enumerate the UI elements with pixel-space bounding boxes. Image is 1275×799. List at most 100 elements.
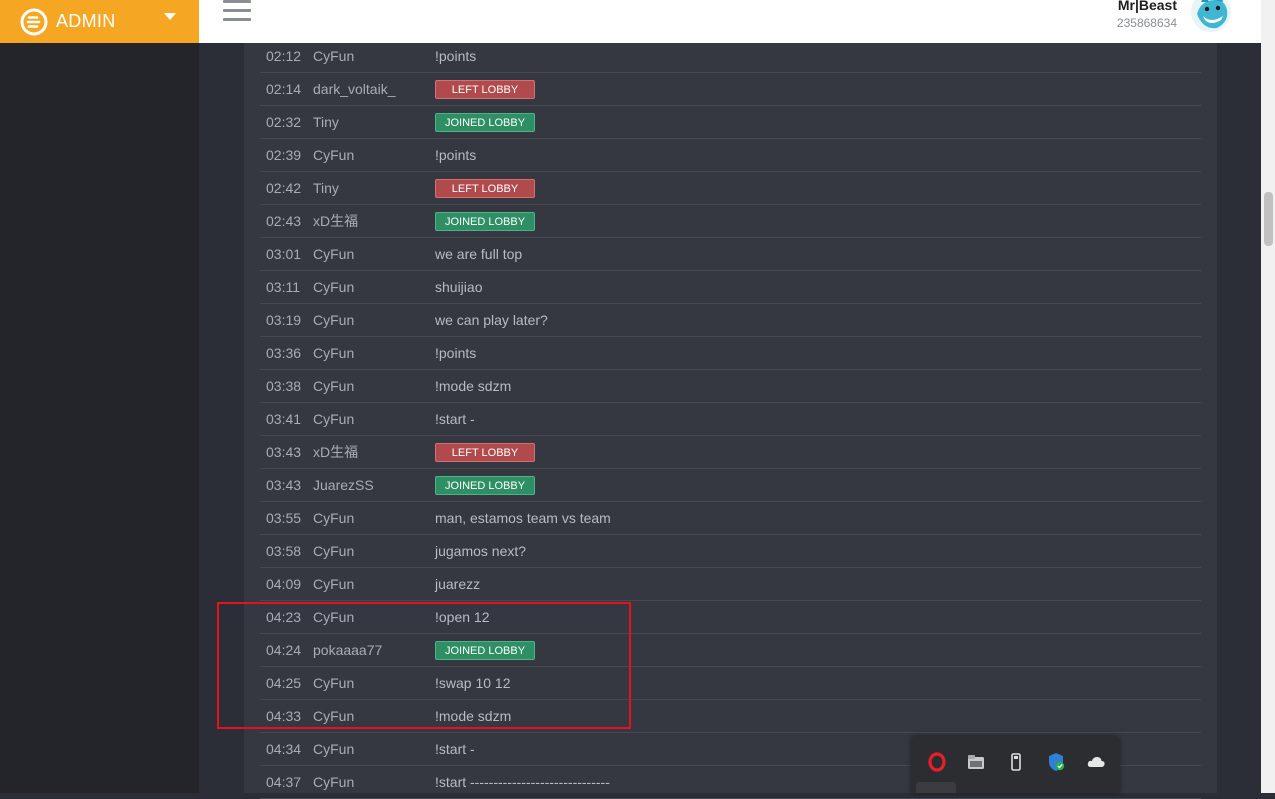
chat-username[interactable]: CyFun: [313, 543, 435, 559]
chat-time: 02:14: [266, 81, 302, 97]
chat-username[interactable]: CyFun: [313, 609, 435, 625]
chat-username[interactable]: CyFun: [313, 48, 435, 64]
chat-username[interactable]: CyFun: [313, 675, 435, 691]
chat-event: JOINED LOBBY: [435, 112, 1201, 132]
chat-time: 04:33: [266, 708, 302, 724]
chat-username[interactable]: Tiny: [313, 114, 435, 130]
chat-time: 02:12: [266, 48, 302, 64]
chat-username[interactable]: CyFun: [313, 774, 435, 790]
chat-row: 04:23 CyFun !open 12: [260, 601, 1201, 634]
chat-message: we can play later?: [435, 312, 548, 328]
chat-row: 04:33 CyFun !mode sdzm: [260, 700, 1201, 733]
chat-row: 04:09 CyFun juarezz: [260, 568, 1201, 601]
chat-time: 03:01: [266, 246, 302, 262]
chat-username[interactable]: CyFun: [313, 708, 435, 724]
chat-row: 03:43 xD生福 LEFT LOBBY: [260, 436, 1201, 469]
chat-row: 04:24 pokaaaa77 JOINED LOBBY: [260, 634, 1201, 667]
caret-down-icon[interactable]: [163, 9, 177, 23]
joined-lobby-badge: JOINED LOBBY: [435, 640, 535, 660]
onedrive-cloud-icon[interactable]: [1086, 752, 1106, 772]
chat-message: !swap 10 12: [435, 675, 511, 691]
chat-row: 03:36 CyFun !points: [260, 337, 1201, 370]
chat-message: !points: [435, 345, 477, 361]
left-lobby-badge: LEFT LOBBY: [435, 178, 535, 198]
chat-username[interactable]: CyFun: [313, 312, 435, 328]
chat-time: 03:19: [266, 312, 302, 328]
left-lobby-badge: LEFT LOBBY: [435, 79, 535, 99]
chat-username[interactable]: CyFun: [313, 510, 435, 526]
joined-lobby-badge: JOINED LOBBY: [435, 211, 535, 231]
chat-username[interactable]: Tiny: [313, 180, 435, 196]
avatar[interactable]: [1191, 0, 1231, 32]
joined-lobby-badge: JOINED LOBBY: [435, 475, 535, 495]
chat-time: 02:32: [266, 114, 302, 130]
chat-username[interactable]: CyFun: [313, 411, 435, 427]
chat-message: !points: [435, 147, 477, 163]
file-explorer-icon[interactable]: [966, 752, 986, 772]
system-tray-popup: [911, 736, 1120, 793]
chat-time: 02:43: [266, 213, 302, 229]
user-id: 235868634: [1116, 16, 1177, 30]
chat-message: shuijiao: [435, 279, 483, 295]
chat-row: 02:43 xD生福 JOINED LOBBY: [260, 205, 1201, 238]
chat-time: 03:41: [266, 411, 302, 427]
scrollbar-thumb[interactable]: [1264, 192, 1273, 246]
chat-username[interactable]: CyFun: [313, 378, 435, 394]
chat-row: 02:39 CyFun !points: [260, 139, 1201, 172]
brand-bar[interactable]: ADMIN: [0, 0, 199, 43]
usb-drive-icon[interactable]: [1006, 752, 1026, 772]
chat-username[interactable]: CyFun: [313, 279, 435, 295]
chat-username[interactable]: CyFun: [313, 741, 435, 757]
chat-time: 03:43: [266, 477, 302, 493]
chat-message: man, estamos team vs team: [435, 510, 611, 526]
avatar-beast-icon: [1191, 0, 1231, 32]
chat-message: !mode sdzm: [435, 378, 512, 394]
chat-message: jugamos next?: [435, 543, 527, 559]
chat-username[interactable]: CyFun: [313, 147, 435, 163]
chat-row: 03:01 CyFun we are full top: [260, 238, 1201, 271]
chat-username[interactable]: xD生福: [313, 442, 435, 462]
chat-row: 02:12 CyFun !points: [260, 40, 1201, 73]
chat-message: !points: [435, 48, 477, 64]
chat-message: !start -: [435, 411, 475, 427]
chat-message: !mode sdzm: [435, 708, 512, 724]
chat-row: 03:38 CyFun !mode sdzm: [260, 370, 1201, 403]
windows-security-icon[interactable]: [1046, 752, 1066, 772]
chat-message: !open 12: [435, 609, 490, 625]
brand-label: ADMIN: [56, 11, 116, 31]
chat-event: LEFT LOBBY: [435, 442, 1201, 462]
chat-event: JOINED LOBBY: [435, 475, 1201, 495]
chat-row: 03:41 CyFun !start -: [260, 403, 1201, 436]
hamburger-menu-icon[interactable]: [223, 0, 251, 26]
chat-row: 03:55 CyFun man, estamos team vs team: [260, 502, 1201, 535]
chat-username[interactable]: dark_voltaik_: [313, 81, 435, 97]
chat-row: 03:43 JuarezSS JOINED LOBBY: [260, 469, 1201, 502]
chat-username[interactable]: xD生福: [313, 211, 435, 231]
chat-row: 02:14 dark_voltaik_ LEFT LOBBY: [260, 73, 1201, 106]
chat-username[interactable]: CyFun: [313, 345, 435, 361]
chat-username[interactable]: CyFun: [313, 246, 435, 262]
chat-row: 03:11 CyFun shuijiao: [260, 271, 1201, 304]
chat-row: 04:25 CyFun !swap 10 12: [260, 667, 1201, 700]
chat-time: 04:37: [266, 774, 302, 790]
chat-username[interactable]: pokaaaa77: [313, 642, 435, 658]
scrollbar[interactable]: [1261, 0, 1275, 793]
chat-row: 02:32 Tiny JOINED LOBBY: [260, 106, 1201, 139]
chat-username[interactable]: CyFun: [313, 576, 435, 592]
chat-time: 02:42: [266, 180, 302, 196]
left-lobby-badge: LEFT LOBBY: [435, 442, 535, 462]
chat-time: 04:25: [266, 675, 302, 691]
chat-time: 04:23: [266, 609, 302, 625]
chat-event: LEFT LOBBY: [435, 178, 1201, 198]
top-header: Mr|Beast 235868634: [199, 0, 1261, 43]
chat-time: 03:43: [266, 444, 302, 460]
chat-time: 03:36: [266, 345, 302, 361]
opera-browser-icon[interactable]: [927, 752, 947, 772]
chat-event: JOINED LOBBY: [435, 211, 1201, 231]
joined-lobby-badge: JOINED LOBBY: [435, 112, 535, 132]
chat-username[interactable]: JuarezSS: [313, 477, 435, 493]
chat-time: 04:24: [266, 642, 302, 658]
chat-message: we are full top: [435, 246, 523, 262]
tray-overflow-slot[interactable]: [916, 782, 956, 793]
chat-row: 03:19 CyFun we can play later?: [260, 304, 1201, 337]
